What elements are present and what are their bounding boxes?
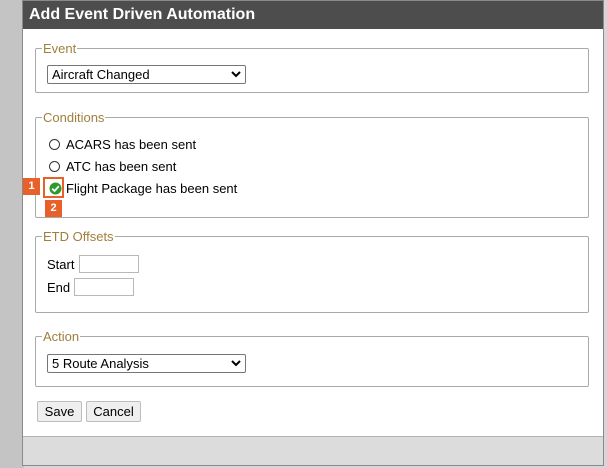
- background-panel: [0, 0, 24, 468]
- dialog-footer: [23, 436, 603, 465]
- action-legend: Action: [43, 329, 80, 344]
- radio-button[interactable]: [49, 139, 60, 150]
- condition-flight-package[interactable]: Flight Package has been sent: [49, 180, 237, 198]
- condition-flight-package-label: Flight Package has been sent: [66, 181, 238, 196]
- action-select[interactable]: 5 Route Analysis: [47, 354, 246, 373]
- chevron-down-icon: [231, 71, 241, 78]
- etd-offsets-legend: ETD Offsets: [43, 229, 114, 244]
- event-select[interactable]: Aircraft Changed: [47, 65, 246, 84]
- dialog-title: Add Event Driven Automation: [23, 1, 603, 29]
- save-button[interactable]: Save: [37, 401, 82, 422]
- start-label: Start: [47, 257, 75, 272]
- event-legend: Event: [43, 41, 77, 56]
- annotation-highlight-box: [43, 177, 64, 198]
- action-select-value: 5 Route Analysis: [52, 356, 149, 371]
- condition-atc[interactable]: ATC has been sent: [49, 158, 176, 176]
- dialog: Add Event Driven Automation Event Aircra…: [22, 0, 604, 466]
- annotation-badge-2: 2: [45, 200, 62, 217]
- condition-acars-label: ACARS has been sent: [66, 137, 197, 152]
- radio-button[interactable]: [49, 161, 60, 172]
- event-select-value: Aircraft Changed: [52, 67, 150, 82]
- chevron-down-icon: [231, 360, 241, 367]
- end-label: End: [47, 280, 71, 295]
- end-input[interactable]: [74, 278, 134, 296]
- start-input[interactable]: [79, 255, 139, 273]
- cancel-button[interactable]: Cancel: [86, 401, 141, 422]
- condition-acars[interactable]: ACARS has been sent: [49, 136, 196, 154]
- annotation-badge-1: 1: [23, 178, 40, 195]
- conditions-legend: Conditions: [43, 110, 105, 125]
- condition-atc-label: ATC has been sent: [66, 159, 177, 174]
